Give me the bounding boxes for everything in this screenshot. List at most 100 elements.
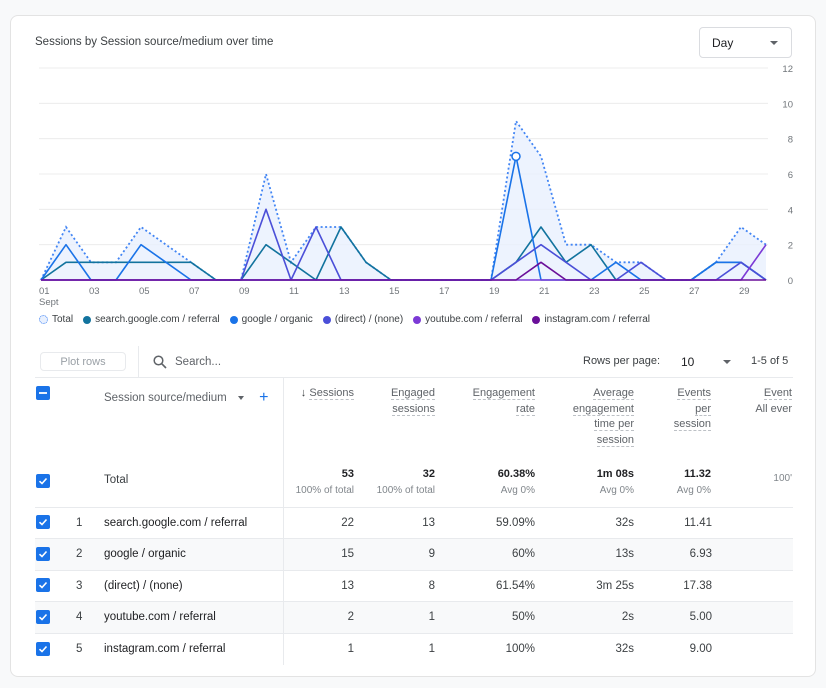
x-tick-label: 03 [89, 286, 100, 297]
rows-per-page-select[interactable]: 10 [681, 352, 731, 372]
cell-events-per-session: 17.38 [635, 569, 712, 602]
granularity-value: Day [712, 35, 734, 50]
cell-event-count [712, 569, 793, 602]
total-label: Total [103, 462, 284, 507]
sessions-card: Sessions by Session source/medium over t… [10, 15, 816, 677]
row-index: 5 [75, 632, 103, 665]
dimension-header[interactable]: Session source/medium + [103, 378, 284, 462]
rows-per-page-value: 10 [681, 355, 695, 369]
y-tick-label: 8 [788, 135, 793, 146]
add-dimension-button[interactable]: + [259, 389, 268, 406]
y-tick-label: 10 [782, 99, 793, 110]
legend-item[interactable]: (direct) / (none) [322, 314, 404, 325]
cell-sessions: 1 [283, 632, 355, 665]
table-row[interactable]: 3 (direct) / (none) 13 8 61.54% 3m 25s 17.38 [35, 569, 793, 602]
y-tick-label: 12 [782, 64, 793, 75]
x-tick-label: 09 [239, 286, 250, 297]
cell-engaged-sessions: 1 [355, 632, 436, 665]
check-icon [38, 519, 48, 526]
cell-sessions: 15 [283, 538, 355, 570]
legend-item[interactable]: search.google.com / referral [83, 314, 220, 325]
table-row[interactable]: 1 search.google.com / referral 22 13 59.09% 3… [35, 506, 793, 539]
table-row[interactable]: 4 youtube.com / referral 2 1 50% 2s 5.00 [35, 601, 793, 633]
row-checkbox[interactable] [36, 546, 50, 561]
total-engaged-sessions: 32 100% of total [376, 468, 435, 496]
dimension-caret-icon[interactable] [237, 395, 244, 400]
legend-label: instagram.com / referral [544, 314, 651, 325]
select-all-checkbox[interactable] [36, 386, 50, 400]
cell-engagement-rate: 100% [436, 632, 536, 665]
x-tick-label: 07 [189, 286, 200, 297]
legend-label: (direct) / (none) [334, 314, 404, 325]
granularity-select[interactable]: Day [699, 27, 792, 58]
cell-engaged-sessions: 1 [355, 601, 436, 633]
cell-sessions: 13 [283, 569, 355, 602]
table-row[interactable]: 5 instagram.com / referral 1 1 100% 32s 9.00 [35, 632, 793, 665]
col-header-engaged-sessions[interactable]: Engaged sessions [355, 378, 436, 462]
line-chart: 0 2 4 6 8 10 12 01 03 05 07 09 11 13 15 17 19 21 23 25 27 29 S… [39, 64, 793, 308]
search-input[interactable] [173, 352, 393, 372]
x-tick-label: 15 [389, 286, 400, 297]
col-header-engagement-rate[interactable]: Engagement rate [436, 378, 536, 462]
col-header-avg-engagement-time[interactable]: Average engagement time per session [536, 378, 635, 462]
cell-engaged-sessions: 9 [355, 538, 436, 570]
check-icon [38, 550, 48, 558]
total-checkbox[interactable] [36, 474, 50, 488]
sort-down-icon: ↓ [300, 387, 307, 399]
x-tick-label: 27 [689, 286, 700, 297]
row-dimension-value: search.google.com / referral [103, 506, 284, 539]
row-checkbox[interactable] [36, 578, 50, 593]
legend-swatch-icon [413, 315, 422, 324]
row-dimension-value: google / organic [103, 538, 284, 570]
minus-icon [39, 392, 47, 394]
col-header-event-count[interactable]: Event All ever [712, 378, 793, 462]
check-icon [38, 645, 48, 653]
row-index: 4 [75, 601, 103, 633]
check-icon [38, 582, 48, 589]
legend-swatch-icon [322, 315, 331, 324]
legend-item[interactable]: youtube.com / referral [413, 314, 522, 325]
check-icon [38, 477, 48, 485]
legend-item[interactable]: Total [39, 314, 73, 325]
col-header-sessions[interactable]: ↓ Sessions [283, 378, 355, 462]
cell-event-count [712, 506, 793, 539]
cell-events-per-session: 9.00 [635, 632, 712, 665]
legend-label: youtube.com / referral [425, 314, 523, 325]
table-row[interactable]: 2 google / organic 15 9 60% 13s 6.93 [35, 538, 793, 570]
search-icon [153, 355, 167, 369]
highlight-point [511, 151, 521, 162]
cell-avg-engagement-time: 32s [536, 506, 635, 539]
cell-avg-engagement-time: 3m 25s [536, 569, 635, 602]
legend-swatch-icon [39, 315, 48, 324]
total-area [41, 121, 766, 280]
x-tick-label: 23 [589, 286, 600, 297]
cell-events-per-session: 11.41 [635, 506, 712, 539]
row-checkbox[interactable] [36, 609, 50, 624]
legend-swatch-icon [83, 315, 92, 324]
total-events-per-session: 11.32 Avg 0% [676, 468, 711, 496]
row-index: 3 [75, 569, 103, 602]
cell-engaged-sessions: 8 [355, 569, 436, 602]
legend-item[interactable]: instagram.com / referral [532, 314, 650, 325]
legend-item[interactable]: google / organic [229, 314, 313, 325]
x-tick-label: 01 [39, 286, 50, 297]
cell-avg-engagement-time: 32s [536, 632, 635, 665]
rows-per-page-label: Rows per page: [583, 355, 661, 367]
x-tick-label: 05 [139, 286, 150, 297]
caret-down-icon [770, 41, 778, 45]
cell-event-count [712, 538, 793, 570]
col-header-events-per-session[interactable]: Events per session [635, 378, 712, 462]
legend-swatch-icon [532, 315, 541, 324]
cell-engagement-rate: 59.09% [436, 506, 536, 539]
row-checkbox[interactable] [36, 515, 50, 530]
cell-events-per-session: 5.00 [635, 601, 712, 633]
x-tick-label: 13 [339, 286, 350, 297]
toolbar-divider [138, 346, 139, 378]
row-checkbox[interactable] [36, 641, 50, 656]
pagination-status: 1-5 of 5 [751, 355, 789, 367]
y-tick-label: 2 [788, 241, 793, 252]
row-index: 1 [75, 506, 103, 539]
plot-rows-button[interactable]: Plot rows [40, 352, 126, 371]
legend-swatch-icon [229, 315, 238, 324]
card-title: Sessions by Session source/medium over t… [35, 36, 274, 48]
